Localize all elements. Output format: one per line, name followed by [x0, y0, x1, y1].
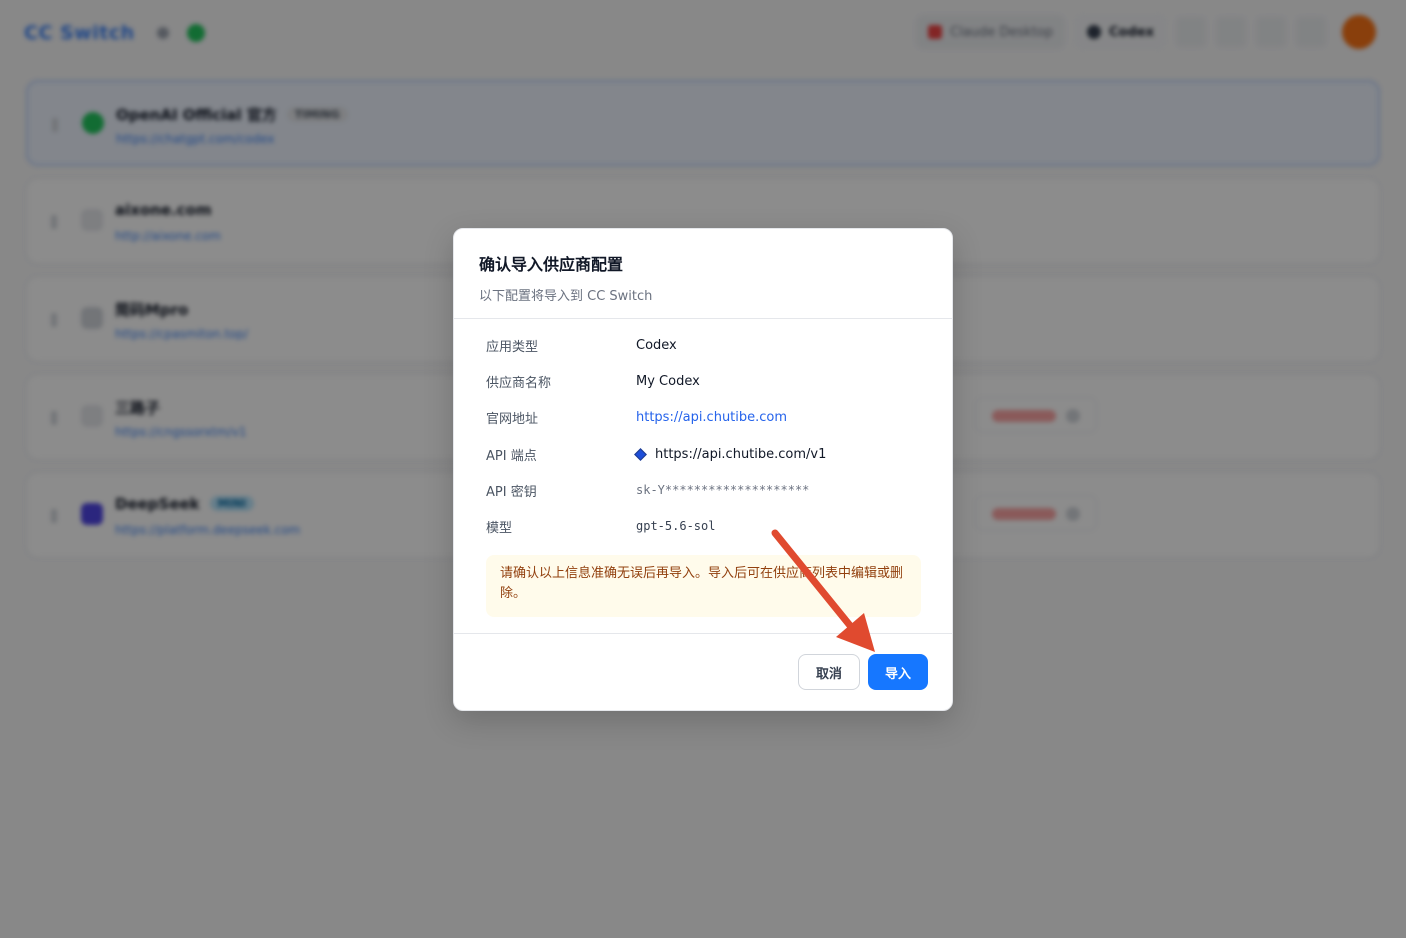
field-label: 供应商名称 [486, 375, 552, 391]
website-link[interactable]: https://api.chutibe.com [636, 410, 787, 425]
field-model: 模型 gpt-5.6-sol [486, 515, 926, 537]
field-api-key: API 密钥 sk-Y******************** [486, 479, 926, 501]
cancel-button[interactable]: 取消 [798, 654, 860, 690]
dialog-body: 应用类型 Codex 供应商名称 My Codex 官网地址 https://a… [454, 319, 952, 634]
field-label: API 端点 [486, 448, 537, 464]
field-app-type: 应用类型 Codex [486, 334, 926, 356]
confirm-import-dialog: 确认导入供应商配置 以下配置将导入到 CC Switch 应用类型 Codex … [453, 228, 953, 711]
warning-notice: 请确认以上信息准确无误后再导入。导入后可在供应商列表中编辑或删除。 [486, 555, 921, 617]
field-value: Codex [636, 337, 677, 353]
field-value: sk-Y******************** [636, 483, 810, 497]
dialog-footer: 取消 导入 [454, 634, 952, 710]
field-api-endpoint: API 端点 https://api.chutibe.com/v1 [486, 443, 926, 465]
field-value: gpt-5.6-sol [636, 519, 716, 533]
dialog-header: 确认导入供应商配置 以下配置将导入到 CC Switch [454, 229, 952, 319]
field-label: 官网地址 [486, 411, 539, 427]
diamond-icon [634, 447, 647, 461]
field-value: https://api.chutibe.com/v1 [655, 446, 827, 462]
field-website: 官网地址 https://api.chutibe.com [486, 406, 926, 428]
field-value: My Codex [636, 373, 700, 389]
field-value-wrap: https://api.chutibe.com/v1 [634, 446, 827, 462]
import-button[interactable]: 导入 [868, 654, 928, 690]
dialog-subtitle: 以下配置将导入到 CC Switch [479, 289, 653, 304]
field-label: 模型 [486, 520, 513, 536]
field-label: API 密钥 [486, 484, 537, 500]
field-label: 应用类型 [486, 339, 539, 355]
field-provider-name: 供应商名称 My Codex [486, 370, 926, 392]
dialog-title: 确认导入供应商配置 [479, 255, 624, 274]
